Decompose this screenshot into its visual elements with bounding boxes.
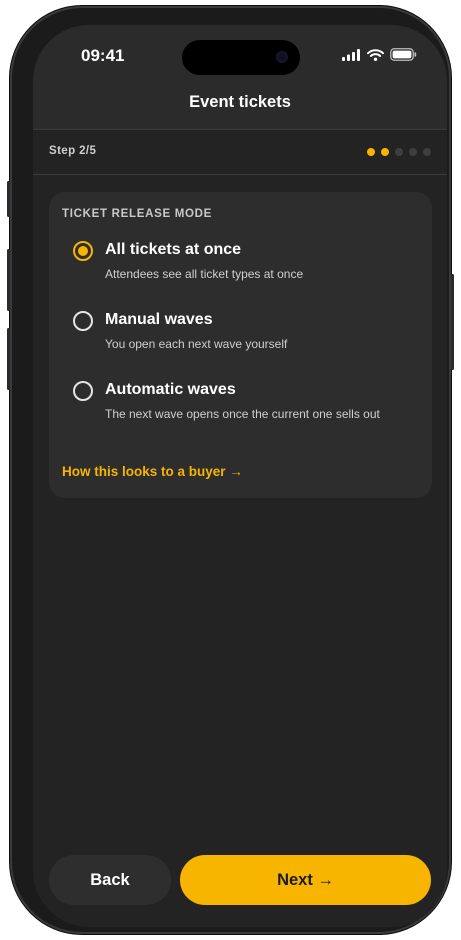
app-header: Event tickets (33, 77, 447, 129)
radio-automatic-waves[interactable] (73, 381, 93, 401)
page-title: Event tickets (189, 93, 291, 111)
step-dot (381, 148, 389, 156)
step-dot (409, 148, 417, 156)
step-dots (367, 148, 431, 156)
next-button[interactable]: Next → (180, 855, 431, 905)
option-description: The next wave opens once the current one… (105, 407, 380, 421)
radio-all-at-once[interactable] (73, 241, 93, 261)
option-title: Automatic waves (105, 381, 236, 398)
status-bar: 09:41 (33, 25, 447, 77)
release-mode-card: TICKET RELEASE MODE All tickets at once … (49, 192, 432, 498)
battery-icon (390, 48, 417, 61)
radio-manual-waves[interactable] (73, 311, 93, 331)
action-button (7, 181, 10, 217)
option-title: All tickets at once (105, 241, 242, 258)
phone-frame: 09:41 Event tickets Step 2/5 TICKET RELE… (7, 6, 454, 934)
volume-up-button (7, 249, 10, 311)
step-dot (367, 148, 375, 156)
option-title: Manual waves (105, 311, 213, 328)
back-button[interactable]: Back (49, 855, 171, 905)
status-time: 09:41 (81, 46, 125, 65)
volume-down-button (7, 328, 10, 390)
status-icons (342, 48, 417, 61)
dynamic-island (182, 40, 300, 75)
section-heading: TICKET RELEASE MODE (62, 208, 213, 220)
screen: 09:41 Event tickets Step 2/5 TICKET RELE… (33, 25, 447, 927)
step-dot (423, 148, 431, 156)
option-description: Attendees see all ticket types at once (105, 267, 304, 281)
step-label: Step 2/5 (49, 145, 97, 157)
camera-icon (276, 51, 288, 63)
step-dot (395, 148, 403, 156)
signal-icon (342, 48, 360, 61)
step-progress: Step 2/5 (33, 129, 447, 175)
option-description: You open each next wave yourself (105, 337, 288, 351)
power-button (451, 274, 454, 370)
wifi-icon (367, 48, 384, 61)
buyer-preview-link[interactable]: How this looks to a buyer → (62, 464, 243, 479)
